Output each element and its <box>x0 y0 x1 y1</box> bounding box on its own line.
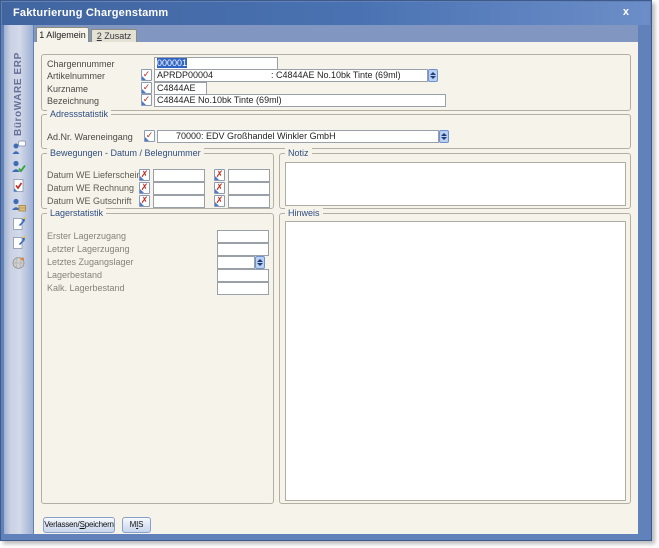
wareneingang-label: Ad.Nr. Wareneingang <box>47 132 133 142</box>
chargennummer-label: Chargennummer <box>47 59 115 69</box>
tab-bar: 1 Allgemein 2 Zusatz <box>34 25 638 42</box>
wareneingang-check-icon[interactable]: ✓ <box>144 130 155 142</box>
rechnung-beleg-x-icon[interactable]: ✗ <box>214 182 225 194</box>
tab-zusatz[interactable]: 2 Zusatz <box>91 29 137 42</box>
lagerbestand-label: Lagerbestand <box>47 270 102 280</box>
hinweis-textarea[interactable] <box>285 221 626 501</box>
close-icon[interactable]: x <box>623 6 629 18</box>
letzter-lagerzugang-label: Letzter Lagerzugang <box>47 244 130 254</box>
tab-allgemein-label: 1 Allgemein <box>39 30 86 40</box>
kalk-lagerbestand-label: Kalk. Lagerbestand <box>47 283 125 293</box>
bewegungen-legend: Bewegungen - Datum / Belegnummer <box>47 148 204 158</box>
kurzname-value: C4844AE <box>157 83 196 93</box>
save-exit-button[interactable]: Verlassen/Speichern <box>43 517 115 533</box>
lieferschein-label: Datum WE Lieferschein <box>47 170 142 180</box>
lieferschein-date-x-icon[interactable]: ✗ <box>139 169 150 181</box>
gutschrift-beleg-x-icon[interactable]: ✗ <box>214 195 225 207</box>
save-exit-label-post: peichern <box>85 520 114 529</box>
group-bewegungen: Bewegungen - Datum / Belegnummer Datum W… <box>41 153 274 209</box>
wareneingang-value: 70000: EDV Großhandel Winkler GmbH <box>176 131 336 141</box>
chargennummer-value: 000001 <box>157 58 187 68</box>
lieferschein-beleg-x-icon[interactable]: ✗ <box>214 169 225 181</box>
letztes-zugangslager-field[interactable] <box>217 256 255 269</box>
rechnung-date-x-icon[interactable]: ✗ <box>139 182 150 194</box>
person-package-icon[interactable] <box>11 197 26 212</box>
letzter-lagerzugang-field[interactable] <box>217 243 269 256</box>
notiz-legend: Notiz <box>285 148 312 158</box>
group-general: Chargennummer 000001 Artikelnummer ✓ APR… <box>41 54 631 111</box>
gutschrift-beleg-field[interactable] <box>228 195 270 208</box>
group-lagerstatistik: Lagerstatistik Erster Lagerzugang Letzte… <box>41 213 274 504</box>
lieferschein-beleg-field[interactable] <box>228 169 270 182</box>
mis-button[interactable]: MIS <box>122 517 151 533</box>
notiz-textarea[interactable] <box>285 162 626 206</box>
gutschrift-date-field[interactable] <box>153 195 205 208</box>
rechnung-beleg-field[interactable] <box>228 182 270 195</box>
artikelnummer-value: APRDP00004 <box>157 70 213 80</box>
adressstatistik-legend: Adressstatistik <box>47 109 111 119</box>
bezeichnung-field[interactable]: C4844AE No.10bk Tinte (69ml) <box>154 94 446 107</box>
lagerbestand-field[interactable] <box>217 269 269 282</box>
save-exit-label-pre: Verlassen/ <box>44 520 79 529</box>
tab-zusatz-label: Zusatz <box>102 31 132 41</box>
group-adressstatistik: Adressstatistik Ad.Nr. Wareneingang ✓ 70… <box>41 114 631 149</box>
document-export2-icon[interactable] <box>11 235 26 250</box>
artikelnummer-field[interactable]: APRDP00004 : C4844AE No.10bk Tinte (69ml… <box>154 69 428 82</box>
letztes-zugangslager-dropdown-button[interactable] <box>255 256 265 269</box>
mis-label-post: S <box>138 520 143 529</box>
letztes-zugangslager-label: Letztes Zugangslager <box>47 257 134 267</box>
tab-allgemein[interactable]: 1 Allgemein <box>36 27 89 42</box>
lieferschein-date-field[interactable] <box>153 169 205 182</box>
kurzname-label: Kurzname <box>47 84 88 94</box>
sidebar: BüroWARE ERP <box>4 25 33 534</box>
bezeichnung-label: Bezeichnung <box>47 96 99 106</box>
erster-lagerzugang-field[interactable] <box>217 230 269 243</box>
artikelnummer-label: Artikelnummer <box>47 71 105 81</box>
content-area: 1 Allgemein 2 Zusatz Chargennummer 00000… <box>34 25 638 534</box>
hinweis-legend: Hinweis <box>285 208 323 218</box>
bezeichnung-value: C4844AE No.10bk Tinte (69ml) <box>157 95 282 105</box>
person-chat-icon[interactable] <box>11 140 26 155</box>
brand-vertical-text: BüroWARE ERP <box>4 35 33 153</box>
group-notiz: Notiz <box>279 153 631 209</box>
bezeichnung-check-icon[interactable]: ✓ <box>141 94 152 106</box>
group-hinweis: Hinweis <box>279 213 631 504</box>
document-export-icon[interactable] <box>11 216 26 231</box>
kalk-lagerbestand-field[interactable] <box>217 282 269 295</box>
rechnung-date-field[interactable] <box>153 182 205 195</box>
gutschrift-label: Datum WE Gutschrift <box>47 196 132 206</box>
window-title: Fakturierung Chargenstamm <box>13 7 168 19</box>
kurzname-check-icon[interactable]: ✓ <box>141 82 152 94</box>
titlebar: Fakturierung Chargenstamm x <box>2 2 650 25</box>
app-window: Fakturierung Chargenstamm x BüroWARE ERP <box>0 0 652 541</box>
artikelnummer-dropdown-button[interactable] <box>428 69 438 82</box>
wareneingang-combo[interactable]: 70000: EDV Großhandel Winkler GmbH <box>157 130 439 143</box>
gutschrift-date-x-icon[interactable]: ✗ <box>139 195 150 207</box>
lagerstatistik-legend: Lagerstatistik <box>47 208 106 218</box>
artikelnummer-description: : C4844AE No.10bk Tinte (69ml) <box>271 70 401 81</box>
document-check-icon[interactable] <box>11 178 26 193</box>
rechnung-label: Datum WE Rechnung <box>47 183 134 193</box>
wareneingang-dropdown-button[interactable] <box>439 130 449 143</box>
artikelnummer-check-icon[interactable]: ✓ <box>141 69 152 81</box>
globe-icon[interactable] <box>11 255 26 270</box>
screen: Fakturierung Chargenstamm x BüroWARE ERP <box>0 0 659 548</box>
person-check-icon[interactable] <box>11 159 26 174</box>
erster-lagerzugang-label: Erster Lagerzugang <box>47 231 126 241</box>
